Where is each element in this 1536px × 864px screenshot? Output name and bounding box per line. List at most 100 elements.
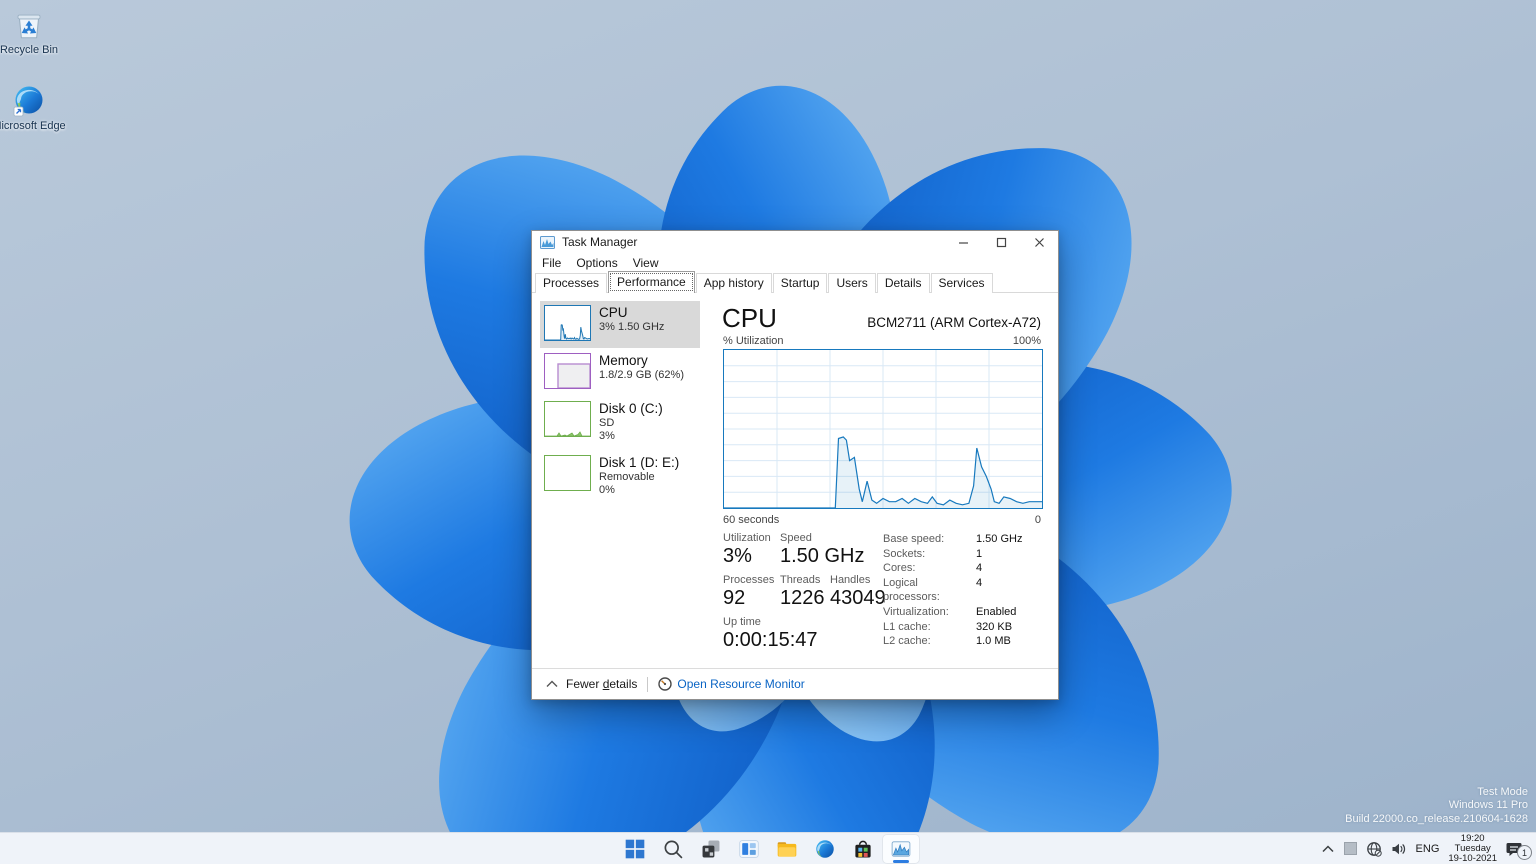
system-tray: ENG 19:20 Tuesday 19-10-2021 1 (1321, 833, 1532, 864)
spec-cores: Cores:4 (883, 561, 1045, 576)
menu-item-file[interactable]: File (542, 256, 561, 270)
stat-handles-value: 43049 (830, 587, 886, 610)
tab-bar: Processes Performance App history Startu… (532, 272, 1058, 293)
task-manager-icon (890, 838, 912, 860)
sidebar-disk1-title: Disk 1 (D: E:) (599, 455, 679, 471)
notification-badge: 1 (1517, 845, 1532, 860)
file-explorer-icon (776, 838, 798, 860)
tray-app-icon[interactable] (1344, 842, 1357, 855)
volume-icon[interactable] (1391, 842, 1407, 856)
sidebar-cpu-sub: 3% 1.50 GHz (599, 321, 664, 334)
stat-utilization-label: Utilization (723, 532, 771, 544)
spec-logical-processors: Logical processors:4 (883, 576, 1045, 605)
stat-processes-label: Processes (723, 574, 774, 586)
taskbar-center-icons (616, 833, 920, 864)
edge-icon (12, 84, 46, 118)
sidebar-disk0-title: Disk 0 (C:) (599, 401, 663, 417)
desktop-icon-label: Recycle Bin (0, 44, 67, 56)
stat-threads-value: 1226 (780, 587, 825, 610)
menu-item-view[interactable]: View (633, 256, 659, 270)
task-manager-app-icon (540, 235, 555, 250)
tab-processes[interactable]: Processes (535, 273, 607, 293)
task-manager-taskbar-button[interactable] (882, 834, 920, 864)
network-globe-icon[interactable] (1366, 841, 1382, 857)
clock-day: Tuesday (1448, 844, 1497, 854)
window-titlebar[interactable]: Task Manager (532, 231, 1058, 253)
spec-virtualization: Virtualization:Enabled (883, 605, 1045, 620)
cpu-heading: CPU (722, 303, 777, 334)
spec-l2-cache: L2 cache:1.0 MB (883, 634, 1045, 649)
spec-sockets: Sockets:1 (883, 547, 1045, 562)
maximize-button[interactable] (982, 231, 1020, 253)
stat-processes-value: 92 (723, 587, 745, 610)
stat-speed-value: 1.50 GHz (780, 545, 864, 568)
cpu-spec-list: Base speed:1.50 GHz Sockets:1 Cores:4 Lo… (883, 532, 1045, 649)
sidebar-disk0-sub1: SD (599, 417, 663, 430)
sidebar-cpu-title: CPU (599, 305, 664, 321)
sidebar-memory-sub: 1.8/2.9 GB (62%) (599, 369, 684, 382)
cpu-thumbnail-chart (545, 306, 590, 340)
task-view-button[interactable] (692, 834, 730, 864)
language-indicator[interactable]: ENG (1416, 843, 1440, 855)
clock-time: 19:20 (1448, 834, 1497, 844)
start-button[interactable] (616, 834, 654, 864)
close-button[interactable] (1020, 231, 1058, 253)
utilization-axis-label: % Utilization (723, 335, 784, 347)
resource-monitor-gauge-icon (658, 677, 672, 691)
tab-performance[interactable]: Performance (608, 271, 695, 293)
minimize-icon (958, 237, 969, 248)
microsoft-store-button[interactable] (844, 834, 882, 864)
edge-icon (814, 838, 836, 860)
tab-app-history[interactable]: App history (696, 273, 772, 293)
sidebar-memory-title: Memory (599, 353, 684, 369)
sidebar-item-disk1[interactable]: Disk 1 (D: E:) Removable 0% (540, 451, 700, 500)
maximize-icon (996, 237, 1007, 248)
window-title: Task Manager (562, 235, 637, 249)
stat-utilization-value: 3% (723, 545, 752, 568)
cpu-graph-svg (724, 350, 1042, 508)
minimize-button[interactable] (944, 231, 982, 253)
sidebar-disk1-sub2: 0% (599, 484, 679, 497)
sidebar-item-disk0[interactable]: Disk 0 (C:) SD 3% (540, 397, 700, 446)
chevron-up-icon (546, 680, 558, 688)
search-button[interactable] (654, 834, 692, 864)
clock[interactable]: 19:20 Tuesday 19-10-2021 (1448, 834, 1497, 864)
sidebar-disk1-sub1: Removable (599, 471, 679, 484)
tab-users[interactable]: Users (828, 273, 875, 293)
stat-speed-label: Speed (780, 532, 812, 544)
stat-uptime-value: 0:00:15:47 (723, 629, 818, 652)
fewer-details-button[interactable]: Fewer details (546, 677, 637, 691)
cpu-utilization-graph[interactable] (723, 349, 1043, 509)
microsoft-store-icon (852, 838, 874, 860)
edge-taskbar-button[interactable] (806, 834, 844, 864)
desktop-icon-microsoft-edge[interactable]: Microsoft Edge (0, 84, 67, 132)
menubar: File Options View (532, 253, 1058, 272)
stat-handles-label: Handles (830, 574, 870, 586)
tab-startup[interactable]: Startup (773, 273, 828, 293)
tab-services[interactable]: Services (931, 273, 993, 293)
footer-separator (647, 677, 648, 692)
search-icon (662, 838, 684, 860)
menu-item-options[interactable]: Options (576, 256, 617, 270)
windows-start-icon (624, 838, 646, 860)
open-resource-monitor-link[interactable]: Open Resource Monitor (658, 677, 804, 691)
spec-base-speed: Base speed:1.50 GHz (883, 532, 1045, 547)
desktop-icon-recycle-bin[interactable]: Recycle Bin (0, 6, 67, 56)
tab-details[interactable]: Details (877, 273, 930, 293)
widgets-button[interactable] (730, 834, 768, 864)
performance-sidebar: CPU 3% 1.50 GHz Memory 1.8/2.9 GB (62%) (540, 301, 700, 501)
notification-center-button[interactable]: 1 (1506, 837, 1532, 860)
graph-zero-label: 0 (1035, 514, 1041, 526)
spec-l1-cache: L1 cache:320 KB (883, 620, 1045, 635)
sidebar-item-memory[interactable]: Memory 1.8/2.9 GB (62%) (540, 349, 700, 396)
widgets-icon (738, 838, 760, 860)
file-explorer-button[interactable] (768, 834, 806, 864)
memory-thumbnail-chart (545, 354, 590, 388)
tray-chevron-up-icon[interactable] (1321, 844, 1335, 854)
cpu-chip-name: BCM2711 (ARM Cortex-A72) (867, 315, 1041, 330)
task-view-icon (700, 838, 722, 860)
stat-threads-label: Threads (780, 574, 820, 586)
desktop-icon-label: Microsoft Edge (0, 120, 67, 132)
sidebar-item-cpu[interactable]: CPU 3% 1.50 GHz (540, 301, 700, 348)
disk0-thumbnail-chart (545, 402, 590, 436)
